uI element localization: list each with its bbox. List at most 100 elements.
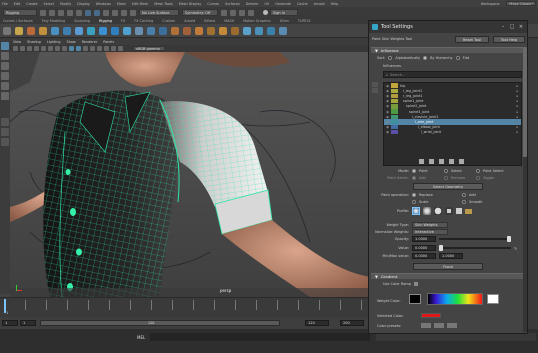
select-object-icon[interactable]: [94, 9, 100, 16]
influence-row[interactable]: ◉ hip ▪: [384, 83, 521, 88]
folder-icon[interactable]: [465, 208, 472, 214]
eye-icon[interactable]: ◉: [384, 110, 391, 114]
new-scene-icon[interactable]: [40, 9, 46, 16]
layout-four-icon[interactable]: [1, 128, 9, 136]
select-hierarchy-icon[interactable]: [85, 9, 91, 16]
move-weights-icon[interactable]: [449, 159, 454, 164]
lock-icon[interactable]: ▪: [513, 120, 521, 124]
opacity-slider-handle[interactable]: [507, 236, 511, 242]
menu-windows[interactable]: Windows: [96, 2, 111, 6]
shadows-icon[interactable]: [97, 46, 102, 51]
mel-label[interactable]: MEL: [137, 335, 145, 340]
weight-color-black-swatch[interactable]: [409, 294, 421, 304]
influence-filter-icon[interactable]: [372, 82, 378, 87]
pole-vector-icon[interactable]: [231, 26, 239, 35]
sort-alpha-radio[interactable]: [388, 56, 393, 60]
wireframe-on-shaded-icon[interactable]: [76, 46, 81, 51]
menu-generate[interactable]: Generate: [275, 2, 291, 6]
lock-icon[interactable]: ▪: [513, 104, 521, 108]
tab-rigging[interactable]: Rigging: [99, 19, 112, 23]
minimize-icon[interactable]: –: [500, 24, 506, 30]
locator-icon[interactable]: [243, 26, 251, 35]
tab-fx-caching[interactable]: FX Caching: [134, 19, 153, 23]
brush-soft-icon[interactable]: [423, 207, 431, 215]
lock-icon[interactable]: ▪: [513, 115, 521, 119]
lock-icon[interactable]: ▪: [513, 125, 521, 129]
smooth-shade-icon[interactable]: [69, 46, 74, 51]
eye-icon[interactable]: ◉: [384, 115, 391, 119]
hypershade-icon[interactable]: [248, 9, 254, 16]
gear-icon[interactable]: [3, 26, 11, 35]
influence-row[interactable]: ◉ spine2_joint ▪: [384, 104, 521, 109]
select-component-icon[interactable]: [103, 9, 109, 16]
cluster-icon[interactable]: [111, 26, 119, 35]
mode-select-radio[interactable]: [444, 169, 448, 173]
selected-color-swatch[interactable]: [421, 313, 441, 318]
colorspace-dropdown[interactable]: sRGB gamma: [133, 46, 165, 51]
tab-poly-modeling[interactable]: Poly Modeling: [42, 19, 65, 23]
textured-icon[interactable]: [83, 46, 88, 51]
isolate-select-icon[interactable]: [118, 46, 123, 51]
lock-icon[interactable]: ▪: [513, 110, 521, 114]
influence-color-swatch[interactable]: [391, 104, 398, 109]
tab-motion-graphics[interactable]: Motion Graphics: [243, 19, 271, 23]
bookmark-icon[interactable]: [27, 46, 32, 51]
sort-flat-radio[interactable]: [455, 56, 460, 60]
op-add-radio[interactable]: [462, 193, 466, 197]
scrollbar-thumb[interactable]: [523, 47, 527, 157]
eyedropper-icon[interactable]: ✎: [514, 246, 517, 251]
workspace-dropdown[interactable]: Maya Classic*: [506, 1, 536, 6]
eye-icon[interactable]: ◉: [384, 99, 391, 103]
influence-color-swatch[interactable]: [391, 124, 398, 130]
save-scene-icon[interactable]: [58, 9, 64, 16]
menu-mesh-display[interactable]: Mesh Display: [179, 2, 202, 6]
grid-icon[interactable]: [41, 46, 46, 51]
menuset-dropdown[interactable]: Rigging: [3, 9, 37, 16]
camera-icon[interactable]: [13, 46, 18, 51]
select-geometry-button[interactable]: Select Geometry: [413, 183, 483, 190]
ps-remove-radio[interactable]: [444, 176, 448, 180]
lock-icon[interactable]: ▪: [513, 130, 521, 134]
paste-weights-icon[interactable]: [429, 159, 434, 164]
preset-swatch[interactable]: [434, 323, 444, 328]
brush-gaussian-icon[interactable]: [412, 207, 420, 215]
bind-skin-icon[interactable]: [87, 26, 95, 35]
opacity-slider[interactable]: [439, 236, 511, 242]
influence-row[interactable]: ◉ spine1_joint ▪: [384, 98, 521, 104]
3d-viewport[interactable]: persp: [10, 52, 370, 297]
command-input[interactable]: [150, 333, 370, 341]
lattice-icon[interactable]: [123, 26, 131, 35]
preset-swatch[interactable]: [421, 323, 431, 328]
select-tool-icon[interactable]: [1, 42, 9, 50]
tool-settings-titlebar[interactable]: Tool Settings – □ ×: [369, 21, 527, 33]
influence-row[interactable]: ◉ l_leg_joint1 ▪: [384, 88, 521, 93]
ps-add-radio[interactable]: [412, 176, 416, 180]
menu-cache[interactable]: Cache: [297, 2, 308, 6]
influence-color-swatch[interactable]: [391, 93, 398, 99]
flood-button[interactable]: Flood: [413, 263, 483, 270]
mode-paint-select-radio[interactable]: [476, 169, 480, 173]
weight-color-ramp[interactable]: [427, 293, 483, 305]
hik-icon[interactable]: [255, 26, 263, 35]
influence-section-header[interactable]: ▼ Influence: [371, 47, 525, 53]
vp-menu-panels[interactable]: Panels: [103, 40, 114, 44]
copy-weights-icon[interactable]: [419, 159, 424, 164]
eye-icon[interactable]: ◉: [384, 84, 391, 88]
render-settings-icon[interactable]: [239, 9, 245, 16]
ik-handle-icon[interactable]: [27, 26, 35, 35]
influence-color-swatch[interactable]: [391, 114, 398, 119]
tab-arnold[interactable]: Arnold: [184, 19, 195, 23]
blend-shape-icon[interactable]: [135, 26, 143, 35]
op-scale-radio[interactable]: [412, 200, 416, 204]
range-out-field[interactable]: 200: [340, 320, 364, 326]
point-constraint-icon[interactable]: [183, 26, 191, 35]
wire-icon[interactable]: [159, 26, 167, 35]
mode-paint-radio[interactable]: [412, 169, 416, 173]
move-tool-icon[interactable]: [1, 72, 9, 80]
gradient-section-header[interactable]: ▼ Gradient: [371, 273, 525, 279]
eye-icon[interactable]: ◉: [384, 94, 391, 98]
influence-row[interactable]: ◉ l_wrist_joint ▪: [384, 130, 521, 135]
ik-spline-icon[interactable]: [39, 26, 47, 35]
aim-constraint-icon[interactable]: [219, 26, 227, 35]
eye-icon[interactable]: ◉: [384, 130, 391, 134]
